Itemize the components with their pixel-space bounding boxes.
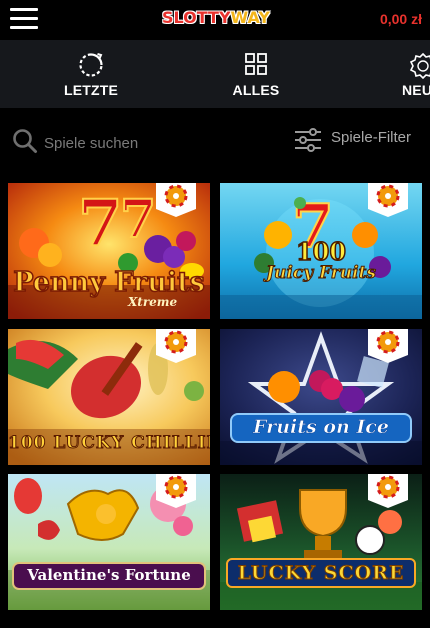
filter-sliders-icon	[295, 128, 321, 152]
game-tile-lucky-score[interactable]: LUCKY SCORE	[220, 474, 422, 610]
logo-part-1: SLOTTY	[162, 8, 231, 27]
game-tile-fruits-on-ice[interactable]: Fruits on Ice	[220, 329, 422, 465]
search-field[interactable]	[12, 126, 212, 156]
provider-wheel-icon	[368, 474, 408, 508]
provider-wheel-icon	[368, 329, 408, 363]
games-filter-button[interactable]: Spiele-Filter	[294, 126, 426, 156]
hamburger-menu-icon[interactable]	[10, 8, 38, 32]
game-tile-100-juicy-fruits[interactable]: 7 100 Juicy Fruits	[220, 183, 422, 319]
tab-recent-label: LETZTE	[63, 82, 119, 98]
game-title: LUCKY SCORE	[237, 562, 405, 585]
search-icon	[13, 129, 37, 153]
refresh-icon	[79, 53, 103, 77]
provider-wheel-icon	[156, 329, 196, 363]
game-subtitle: Xtreme	[128, 295, 178, 309]
provider-wheel-icon	[156, 183, 196, 217]
top-header: SLOTTYWAY 0,00 zł	[0, 0, 430, 40]
grid-icon	[245, 53, 267, 75]
game-title: Valentine's Fortune	[27, 566, 191, 584]
game-title: 100 LUCKY CHILLIES	[8, 433, 210, 454]
new-badge-icon	[409, 52, 430, 80]
tab-new-label: NEU	[402, 82, 430, 98]
tab-new[interactable]: NEU	[392, 40, 430, 108]
provider-wheel-icon	[368, 183, 408, 217]
game-tile-100-lucky-chillies[interactable]: 100 LUCKY CHILLIES	[8, 329, 210, 465]
game-tile-penny-fruits[interactable]: 7 7 Penny Fruits Xtreme	[8, 183, 210, 319]
game-title: Fruits on Ice	[253, 416, 389, 439]
search-bar: Spiele-Filter	[0, 108, 430, 178]
game-tile-valentines-fortune[interactable]: Valentine's Fortune	[8, 474, 210, 610]
filter-label: Spiele-Filter	[331, 129, 412, 146]
site-logo[interactable]: SLOTTYWAY	[162, 4, 270, 38]
game-title: 100	[295, 236, 347, 267]
category-nav: LETZTE ALLES NEU	[0, 40, 430, 108]
provider-wheel-icon	[156, 474, 196, 508]
tab-all-label: ALLES	[232, 82, 280, 98]
tab-recent[interactable]: LETZTE	[52, 40, 130, 108]
account-balance[interactable]: 0,00 zł	[380, 11, 422, 27]
logo-part-2: WAY	[230, 8, 270, 27]
tab-all[interactable]: ALLES	[220, 40, 292, 108]
search-input[interactable]	[44, 132, 204, 154]
game-title: Penny Fruits	[12, 266, 205, 299]
svg-text:7: 7	[78, 186, 123, 261]
game-subtitle: Juicy Fruits	[266, 263, 377, 284]
